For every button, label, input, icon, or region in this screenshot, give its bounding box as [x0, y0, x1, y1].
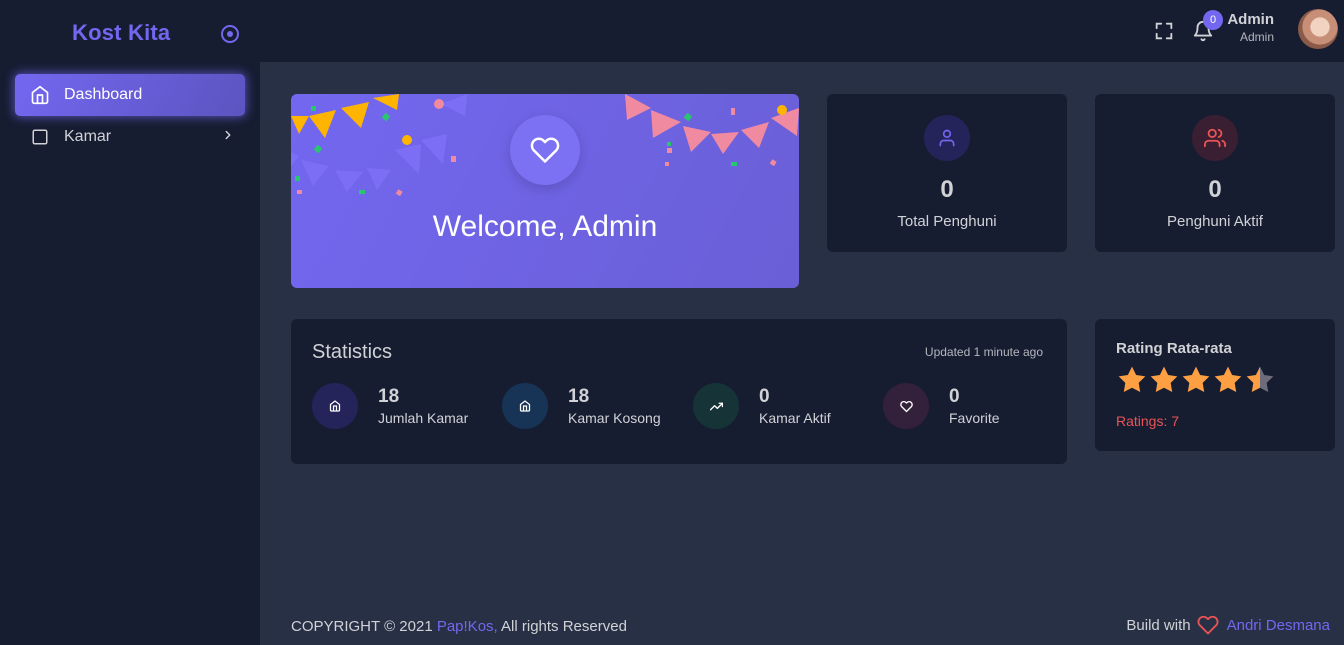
- stat-value: 0: [949, 386, 960, 407]
- users-icon: [1192, 115, 1238, 161]
- stat-value: 0: [940, 176, 954, 203]
- stat-value: 18: [568, 386, 590, 407]
- stat-value: 0: [1208, 176, 1222, 203]
- heart-icon: [1197, 615, 1219, 635]
- star-icon: [1118, 366, 1146, 393]
- user-name[interactable]: Admin: [1227, 11, 1274, 28]
- build-with-text: Build with: [1126, 616, 1191, 634]
- sidebar-item-kamar[interactable]: Kamar: [15, 116, 245, 158]
- star-icon: [1182, 366, 1210, 393]
- square-icon: [30, 127, 50, 147]
- stat-label: Penghuni Aktif: [1167, 213, 1263, 230]
- sidebar: Kost Kita Dashboard Kamar: [0, 0, 260, 645]
- fullscreen-icon[interactable]: [1153, 20, 1175, 42]
- welcome-title: Welcome, Admin: [432, 210, 658, 243]
- star-rating: [1116, 363, 1276, 397]
- home-icon: [312, 383, 358, 429]
- stat-value: 0: [759, 386, 770, 407]
- stat-label: Total Penghuni: [897, 213, 997, 230]
- star-icon: [1150, 366, 1178, 393]
- home-icon: [30, 85, 50, 105]
- author-link[interactable]: Andri Desmana: [1227, 617, 1330, 634]
- star-icon: [1246, 366, 1274, 393]
- stat-label: Jumlah Kamar: [378, 410, 469, 426]
- avatar[interactable]: [1298, 9, 1338, 49]
- copyright-suffix: All rights Reserved: [497, 618, 627, 635]
- copyright-prefix: COPYRIGHT © 2021: [291, 618, 437, 635]
- stat-label: Kamar Kosong: [568, 410, 661, 426]
- statistics-updated: Updated 1 minute ago: [924, 345, 1043, 359]
- sidebar-item-dashboard[interactable]: Dashboard: [15, 74, 245, 116]
- stat-value: 18: [378, 386, 400, 407]
- home-icon: [502, 383, 548, 429]
- sidebar-item-label: Kamar: [64, 128, 112, 145]
- top-navbar: 0 Admin Admin: [260, 0, 1344, 62]
- footer-credit: Build with Andri Desmana: [1126, 614, 1330, 636]
- stat-label: Favorite: [949, 410, 1000, 426]
- heart-icon: [883, 383, 929, 429]
- sidebar-toggle-icon[interactable]: [220, 24, 240, 44]
- welcome-card: Welcome, Admin: [291, 94, 799, 288]
- rating-card: Rating Rata-rata Ratings: 7: [1095, 319, 1335, 451]
- total-penghuni-card: 0 Total Penghuni: [827, 94, 1067, 252]
- trending-up-icon: [693, 383, 739, 429]
- star-icon: [1214, 366, 1242, 393]
- notification-badge: 0: [1203, 10, 1223, 30]
- heart-icon: [510, 115, 580, 185]
- statistics-title: Statistics: [312, 341, 393, 363]
- statistics-card: Statistics Updated 1 minute ago 18 Jumla…: [291, 319, 1067, 464]
- rating-title: Rating Rata-rata: [1116, 340, 1232, 357]
- footer-brand-link[interactable]: Pap!Kos,: [437, 618, 498, 635]
- stat-label: Kamar Aktif: [759, 410, 831, 426]
- chevron-right-icon: [225, 130, 231, 140]
- user-role: Admin: [1239, 30, 1274, 44]
- penghuni-aktif-card: 0 Penghuni Aktif: [1095, 94, 1335, 252]
- rating-count: Ratings: 7: [1116, 413, 1180, 429]
- sidebar-item-label: Dashboard: [64, 86, 143, 103]
- brand-logo[interactable]: Kost Kita: [72, 20, 170, 46]
- footer-copyright: COPYRIGHT © 2021 Pap!Kos, All rights Res…: [291, 618, 627, 635]
- user-icon: [924, 115, 970, 161]
